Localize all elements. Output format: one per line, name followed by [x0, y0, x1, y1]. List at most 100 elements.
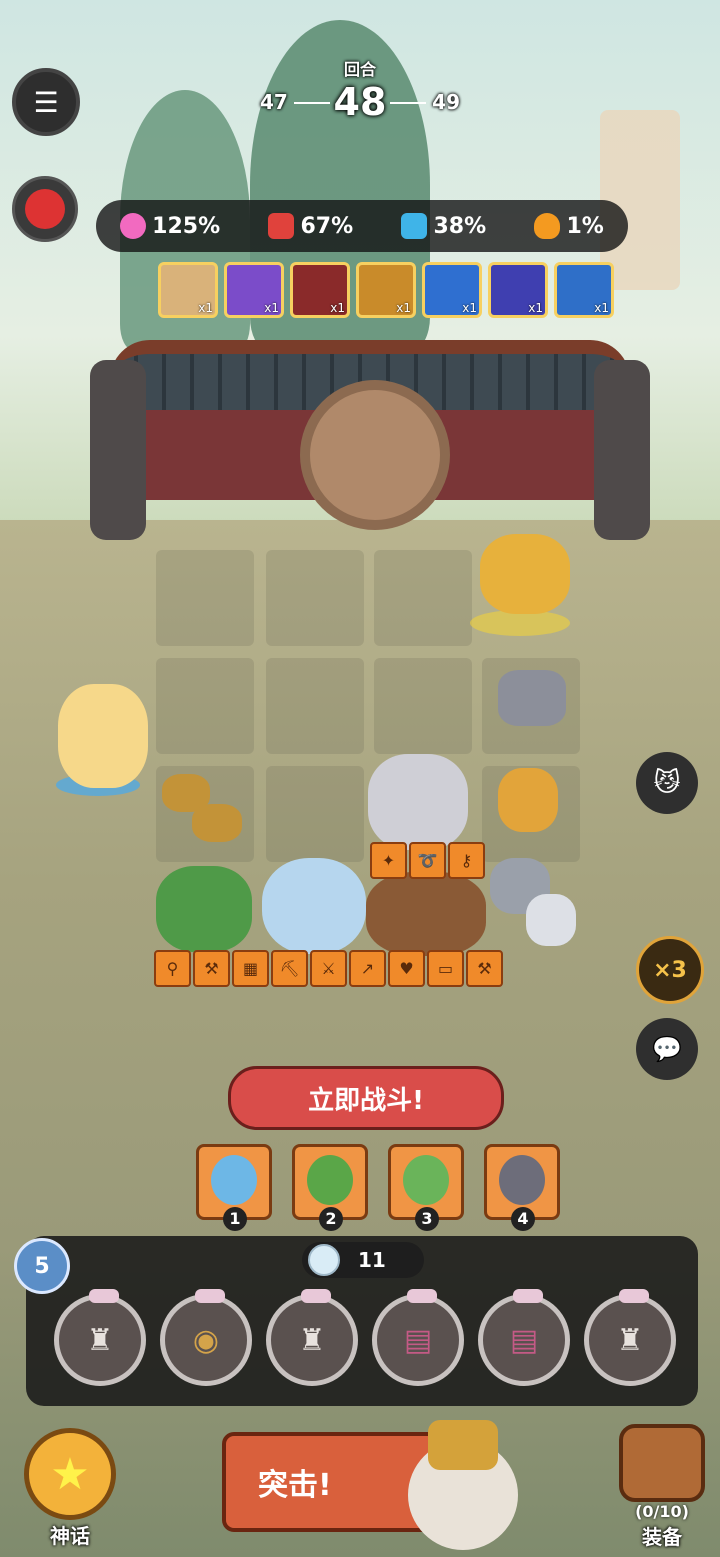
bow-icon: [619, 1289, 649, 1303]
equipment-label: 装备: [642, 1525, 682, 1549]
stat-value: 125%: [152, 213, 221, 239]
hero-portrait-tree-golem[interactable]: 3: [388, 1144, 464, 1231]
buff-count: x1: [264, 301, 279, 315]
devil-emote-button[interactable]: 😼: [636, 752, 698, 814]
stat-crit: 1%: [534, 213, 604, 239]
spiky-dino-enemy[interactable]: [498, 768, 558, 832]
arrow-icon: [401, 213, 428, 239]
portrait-number: 3: [415, 1207, 439, 1231]
grid-tile[interactable]: [374, 550, 472, 646]
portrait-number: 4: [511, 1207, 535, 1231]
robot-shield-enemy[interactable]: [498, 670, 566, 726]
hero-portrait-list: 1 2 3 4: [196, 1144, 560, 1231]
stat-speed: 38%: [401, 213, 486, 239]
axe-icon: ⚔: [310, 950, 347, 987]
grid-tile[interactable]: [266, 766, 364, 862]
map-icon: ▦: [232, 950, 269, 987]
portrait-number: 2: [319, 1207, 343, 1231]
pickaxe-icon: ⛏: [271, 950, 308, 987]
grid-tile[interactable]: [266, 658, 364, 754]
whip-icon: ➰: [409, 842, 446, 879]
round-next: 49: [432, 90, 460, 114]
viking-king-character: [368, 1410, 558, 1550]
portrait-number: 1: [223, 1207, 247, 1231]
tree-golem-unit[interactable]: [366, 872, 486, 956]
heart-charm-icon: ♥: [388, 950, 425, 987]
buff-count: x1: [396, 301, 411, 315]
bow-icon: [89, 1289, 119, 1303]
water-spirit-icon[interactable]: x1: [488, 262, 548, 318]
dagger-icon: ↗: [349, 950, 386, 987]
cat-captain-unit[interactable]: [368, 754, 468, 850]
round-divider: [294, 102, 330, 104]
round-label: 回合: [343, 60, 376, 79]
chat-button[interactable]: 💬: [636, 1018, 698, 1080]
equipment-button[interactable]: (0/10) 装备: [616, 1424, 708, 1549]
stats-bar: 125% 67% 38% 1%: [96, 200, 628, 252]
summon-slot[interactable]: ♜: [54, 1289, 146, 1386]
cactus-gunner-unit[interactable]: [156, 866, 252, 952]
coin-stack-icon: ◉: [192, 1322, 220, 1358]
cat-captain-icon: [499, 1155, 545, 1205]
buff-count: x1: [462, 301, 477, 315]
grid-tile[interactable]: [266, 550, 364, 646]
summon-slot[interactable]: ▤: [478, 1289, 570, 1386]
buff-count: x1: [198, 301, 213, 315]
spiky-dino-group[interactable]: [480, 534, 570, 614]
scroll-star-icon[interactable]: x1: [158, 262, 218, 318]
trophy-icon[interactable]: x1: [356, 262, 416, 318]
myth-button[interactable]: ★ 神话: [24, 1428, 116, 1548]
devil-cat-icon: 😼: [653, 768, 681, 798]
round-prev: 47: [260, 90, 288, 114]
star-icon: ★: [24, 1428, 116, 1520]
wizard-hat-icon[interactable]: x1: [290, 262, 350, 318]
buff-list: x1 x1 x1 x1 x1 x1 x1: [158, 262, 614, 318]
summon-slot[interactable]: ◉: [160, 1289, 252, 1386]
bow-icon: [195, 1289, 225, 1303]
cards-icon: ▤: [509, 1322, 539, 1358]
empty-armor-icon: ♜: [616, 1322, 644, 1358]
round-divider: [390, 102, 426, 104]
hammer-icon: ⚒: [466, 950, 503, 987]
penguin-drill-enemy[interactable]: [526, 894, 576, 946]
hero-portrait-cactus[interactable]: 2: [292, 1144, 368, 1231]
fire-icon: [534, 213, 561, 239]
sword-icon: [268, 213, 295, 239]
whirlwind-icon[interactable]: x1: [422, 262, 482, 318]
stat-health: 125%: [120, 213, 220, 239]
mole-drill-enemy[interactable]: [192, 804, 242, 842]
cactus-icon: [307, 1155, 353, 1205]
bow-icon: [407, 1289, 437, 1303]
boss-avatar[interactable]: [12, 176, 78, 242]
grid-tile[interactable]: [374, 658, 472, 754]
hero-portrait-ice-princess[interactable]: 1: [196, 1144, 272, 1231]
angry-bird-icon: [25, 189, 65, 229]
unit-item-bar: ✦ ➰ ⚷: [370, 842, 485, 879]
grid-tile[interactable]: [156, 658, 254, 754]
stat-attack: 67%: [268, 213, 353, 239]
backpack-icon: [619, 1424, 705, 1502]
gem-icon: [308, 1244, 340, 1276]
menu-button[interactable]: ☰: [12, 68, 80, 136]
dragon-medallion: [300, 380, 450, 530]
blue-scroll-icon[interactable]: x1: [554, 262, 614, 318]
scepter-icon: ⚲: [154, 950, 191, 987]
fight-now-button[interactable]: 立即战斗!: [228, 1066, 504, 1130]
summon-slot[interactable]: ▤: [372, 1289, 464, 1386]
key-icon: ⚷: [448, 842, 485, 879]
summon-slot[interactable]: ♜: [584, 1289, 676, 1386]
grid-tile[interactable]: [156, 550, 254, 646]
buff-count: x1: [528, 301, 543, 315]
summon-slot[interactable]: ♜: [266, 1289, 358, 1386]
lantern-pillar-right: [594, 360, 650, 540]
empty-armor-icon: ♜: [298, 1322, 326, 1358]
card-icon: ▭: [427, 950, 464, 987]
level-badge: 5: [14, 1238, 70, 1294]
magic-ring-icon[interactable]: x1: [224, 262, 284, 318]
stat-value: 38%: [433, 213, 487, 239]
blonde-hammer-hero[interactable]: [58, 684, 148, 788]
assault-label: 突击!: [258, 1468, 332, 1503]
ice-princess-unit[interactable]: [262, 858, 366, 954]
speed-button[interactable]: ×3: [636, 936, 704, 1004]
hero-portrait-cat-captain[interactable]: 4: [484, 1144, 560, 1231]
